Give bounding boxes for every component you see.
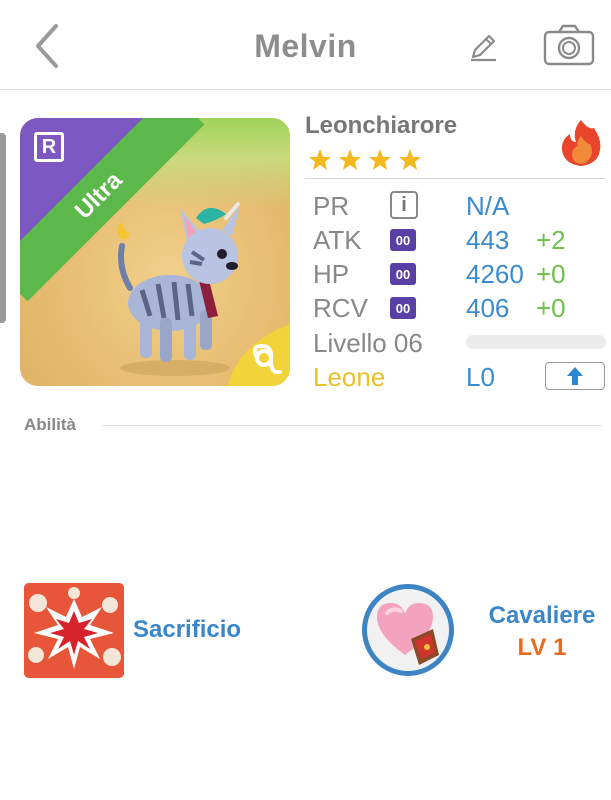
rarity-badge: R xyxy=(34,132,64,162)
abilities-section-title: Abilità xyxy=(24,415,76,434)
stat-value: 443 xyxy=(466,225,510,255)
star-icon xyxy=(309,149,331,170)
page-title: Melvin xyxy=(254,28,357,64)
stat-row-pr: PR i N/A xyxy=(313,191,605,223)
stat-badge: 00 xyxy=(390,297,416,319)
stat-bonus: +0 xyxy=(536,293,566,323)
edit-button[interactable] xyxy=(466,30,500,64)
fire-icon xyxy=(561,120,601,166)
camera-button[interactable] xyxy=(542,24,596,68)
stat-row-hp: HP 00 4260 +0 xyxy=(313,259,605,291)
heart-shield-icon xyxy=(377,603,439,665)
side-drawer-handle[interactable] xyxy=(0,133,6,323)
stat-row-rcv: RCV 00 406 +0 xyxy=(313,293,605,325)
stat-value: 4260 xyxy=(466,259,524,289)
zodiac-label: Leone xyxy=(313,362,386,392)
star-icon xyxy=(339,149,361,170)
info-divider xyxy=(305,178,605,179)
pet-species-name: Leonchiarore xyxy=(305,112,458,139)
explosion-icon xyxy=(24,583,124,678)
stat-value: 406 xyxy=(466,293,510,323)
top-bar: Melvin xyxy=(0,0,611,90)
stat-badge: 00 xyxy=(390,229,416,251)
sacrificio-ability-name[interactable]: Sacrificio xyxy=(133,616,241,644)
stat-label: RCV xyxy=(313,293,368,323)
stat-row-atk: ATK 00 443 +2 xyxy=(313,225,605,257)
stat-value: N/A xyxy=(466,191,510,221)
zodiac-level: L0 xyxy=(466,362,495,392)
camera-icon xyxy=(543,24,595,66)
level-label: Livello 06 xyxy=(313,328,423,358)
stat-label: PR xyxy=(313,191,350,221)
pencil-icon xyxy=(471,34,496,62)
zodiac-upgrade-button[interactable] xyxy=(545,362,605,390)
stat-bonus: +0 xyxy=(536,259,566,289)
section-divider xyxy=(102,425,602,426)
sacrificio-ability-icon[interactable] xyxy=(24,583,124,678)
stat-label: HP xyxy=(313,259,350,289)
star-icon xyxy=(369,149,391,170)
arrow-up-icon xyxy=(567,367,583,385)
cavaliere-ability-level: LV 1 xyxy=(517,634,567,661)
cavaliere-ability-name[interactable]: Cavaliere xyxy=(452,602,611,630)
stat-label: ATK xyxy=(313,225,362,255)
star-icon xyxy=(399,149,421,170)
info-icon[interactable]: i xyxy=(390,191,418,219)
stat-badge: 00 xyxy=(390,263,416,285)
pet-card[interactable]: Ultra R xyxy=(20,118,290,386)
stat-bonus: +2 xyxy=(536,225,566,255)
leo-icon xyxy=(228,324,290,386)
star-rating xyxy=(308,148,422,172)
level-progress-bar xyxy=(466,335,606,349)
cavaliere-ability-icon[interactable] xyxy=(362,584,454,676)
